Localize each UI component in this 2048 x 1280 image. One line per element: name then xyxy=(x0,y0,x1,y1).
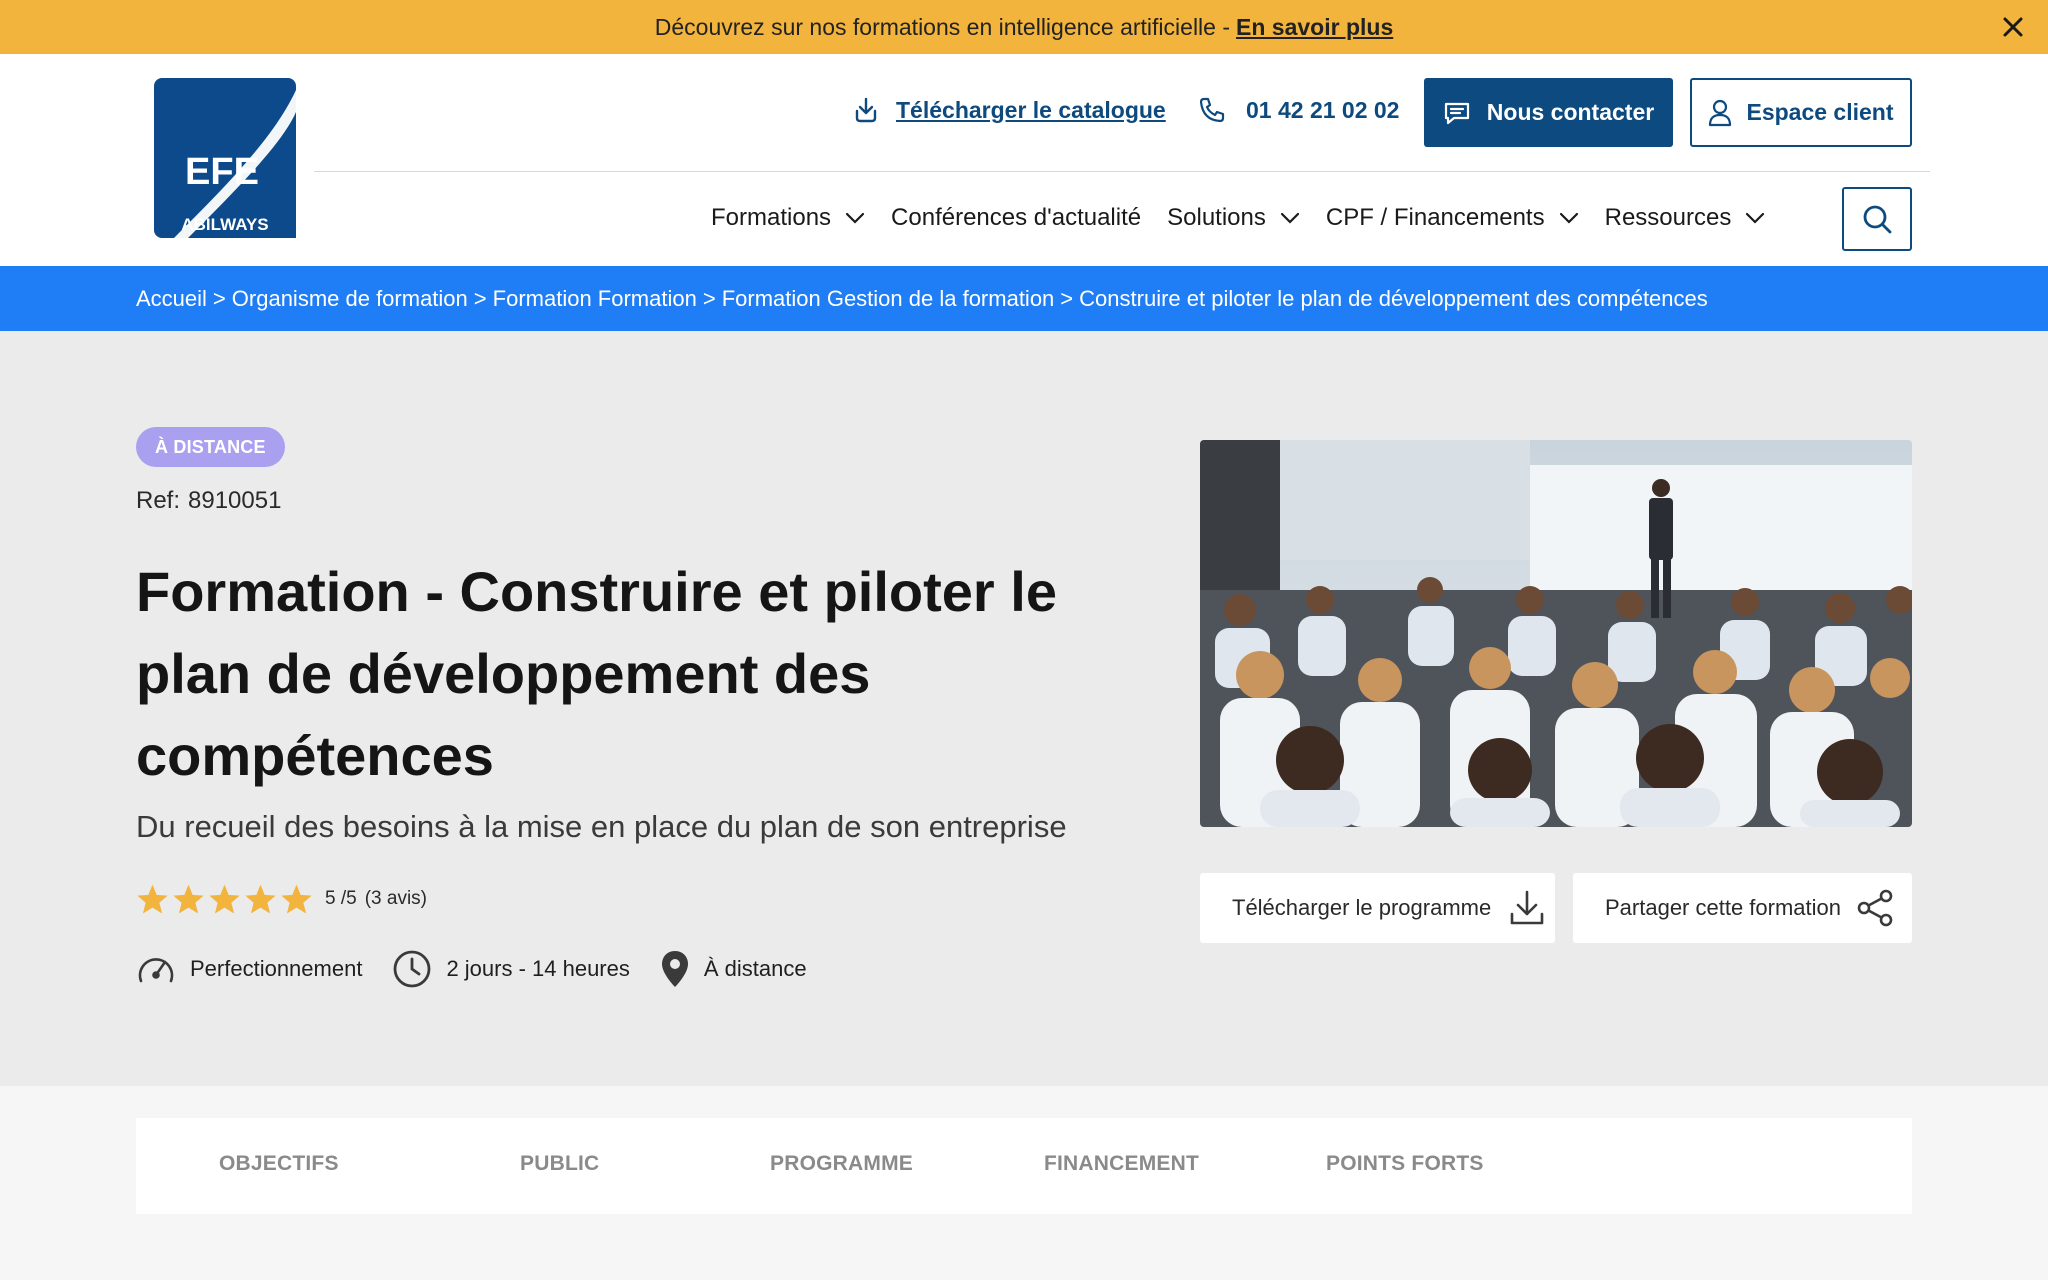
nav-label: Ressources xyxy=(1604,204,1732,231)
chevron-down-icon xyxy=(1280,212,1299,224)
download-catalogue-link[interactable]: Télécharger le catalogue xyxy=(852,96,1166,124)
search-icon xyxy=(1863,205,1892,234)
chevron-down-icon xyxy=(845,212,865,224)
announcement-link[interactable]: En savoir plus xyxy=(1236,14,1393,41)
rating-count[interactable]: (3 avis) xyxy=(365,888,427,909)
nav-label: Solutions xyxy=(1167,204,1266,231)
course-image xyxy=(1200,440,1912,827)
level-text: Perfectionnement xyxy=(190,956,363,981)
nav-label: CPF / Financements xyxy=(1325,204,1545,231)
download-program-button[interactable]: Télécharger le programme xyxy=(1200,873,1555,943)
location-pin-icon xyxy=(661,951,688,987)
tab-objectifs[interactable]: OBJECTIFS xyxy=(219,1152,339,1176)
logo-brand: EFE xyxy=(185,151,259,193)
chat-icon xyxy=(1444,102,1469,124)
section-tabs: OBJECTIFS PUBLIC PROGRAMME FINANCEMENT P… xyxy=(136,1118,1912,1214)
download-icon xyxy=(855,97,877,123)
nav-label: Formations xyxy=(711,204,832,231)
download-icon xyxy=(1510,890,1544,925)
nav-item-solutions[interactable]: Solutions xyxy=(1167,204,1300,232)
meta-location: À distance xyxy=(660,949,807,989)
rating-stars xyxy=(136,883,313,915)
announcement-text: Découvrez sur nos formations en intellig… xyxy=(654,13,1231,40)
ref-value: 8910051 xyxy=(188,487,282,514)
breadcrumb-separator: > xyxy=(473,285,487,311)
nav-item-cpf-financements[interactable]: CPF / Financements xyxy=(1326,204,1579,232)
site-header: EFE ABILWAYS Télécharger le catalogue 01… xyxy=(0,54,2048,266)
tab-public[interactable]: PUBLIC xyxy=(520,1152,599,1176)
breadcrumb-item[interactable]: Formation Formation xyxy=(493,286,697,312)
share-button[interactable]: Partager cette formation xyxy=(1573,873,1912,943)
share-label: Partager cette formation xyxy=(1605,895,1842,920)
course-meta: Perfectionnement 2 jours - 14 heures À d… xyxy=(136,949,837,989)
header-divider xyxy=(314,171,1930,172)
phone-icon xyxy=(1199,97,1225,123)
search-button[interactable] xyxy=(1842,187,1912,251)
logo-sub: ABILWAYS xyxy=(181,215,268,234)
course-ref: Ref: 8910051 xyxy=(136,487,281,515)
tab-financement[interactable]: FINANCEMENT xyxy=(1044,1152,1199,1176)
breadcrumb-current: Construire et piloter le plan de dévelop… xyxy=(1079,285,1708,311)
announcement-bar: Découvrez sur nos formations en intellig… xyxy=(0,0,2048,54)
meta-level: Perfectionnement xyxy=(136,953,362,985)
breadcrumb-separator: > xyxy=(1060,285,1074,311)
breadcrumb-separator: > xyxy=(702,285,716,311)
tabs-zone: OBJECTIFS PUBLIC PROGRAMME FINANCEMENT P… xyxy=(0,1086,2048,1280)
breadcrumb-separator: > xyxy=(212,285,226,311)
client-label: Espace client xyxy=(1746,99,1894,125)
tab-points-forts[interactable]: POINTS FORTS xyxy=(1326,1152,1484,1176)
rating-text: 5 /5 (3 avis) xyxy=(325,888,427,910)
meta-duration: 2 jours - 14 heures xyxy=(392,949,630,989)
chevron-down-icon xyxy=(1559,212,1578,224)
breadcrumb: Accueil > Organisme de formation > Forma… xyxy=(0,266,2048,331)
nav-item-ressources[interactable]: Ressources xyxy=(1605,204,1766,232)
rating-score: 5 /5 xyxy=(325,888,357,909)
user-icon xyxy=(1709,99,1732,126)
breadcrumb-item[interactable]: Formation Gestion de la formation xyxy=(722,286,1055,312)
rating: 5 /5 (3 avis) xyxy=(136,883,427,915)
clock-icon xyxy=(394,950,431,988)
nav-item-conferences[interactable]: Conférences d'actualité xyxy=(891,204,1141,232)
duration-text: 2 jours - 14 heures xyxy=(446,956,630,981)
chevron-down-icon xyxy=(1746,212,1765,224)
star-icon xyxy=(173,884,204,914)
efe-logo[interactable]: EFE ABILWAYS xyxy=(154,78,296,238)
star-icon xyxy=(245,884,276,914)
location-text: À distance xyxy=(703,956,807,981)
breadcrumb-item[interactable]: Organisme de formation xyxy=(232,286,468,312)
star-icon xyxy=(209,884,240,914)
close-icon[interactable] xyxy=(2000,14,2026,40)
catalogue-label: Télécharger le catalogue xyxy=(896,96,1166,123)
share-icon xyxy=(1857,889,1893,927)
format-badge: À DISTANCE xyxy=(136,427,285,467)
client-space-button[interactable]: Espace client xyxy=(1690,78,1912,147)
phone-link[interactable]: 01 42 21 02 02 xyxy=(1198,96,1399,124)
main-nav: Formations Conférences d'actualité Solut… xyxy=(711,204,1765,232)
download-program-label: Télécharger le programme xyxy=(1232,895,1492,920)
ref-label: Ref: xyxy=(136,487,181,514)
phone-number: 01 42 21 02 02 xyxy=(1246,96,1400,123)
contact-label: Nous contacter xyxy=(1486,99,1655,125)
tab-programme[interactable]: PROGRAMME xyxy=(770,1152,913,1176)
gauge-icon xyxy=(138,958,174,983)
nav-label: Conférences d'actualité xyxy=(891,204,1142,231)
nav-item-formations[interactable]: Formations xyxy=(711,204,865,232)
star-icon xyxy=(281,884,312,914)
course-subtitle: Du recueil des besoins à la mise en plac… xyxy=(136,809,1067,844)
course-hero: À DISTANCE Ref: 8910051 Formation - Const… xyxy=(0,331,2048,1086)
breadcrumb-item[interactable]: Accueil xyxy=(136,286,207,312)
star-icon xyxy=(137,884,168,914)
page-title: Formation - Construire et piloter le pla… xyxy=(136,560,1057,787)
contact-button[interactable]: Nous contacter xyxy=(1424,78,1673,147)
